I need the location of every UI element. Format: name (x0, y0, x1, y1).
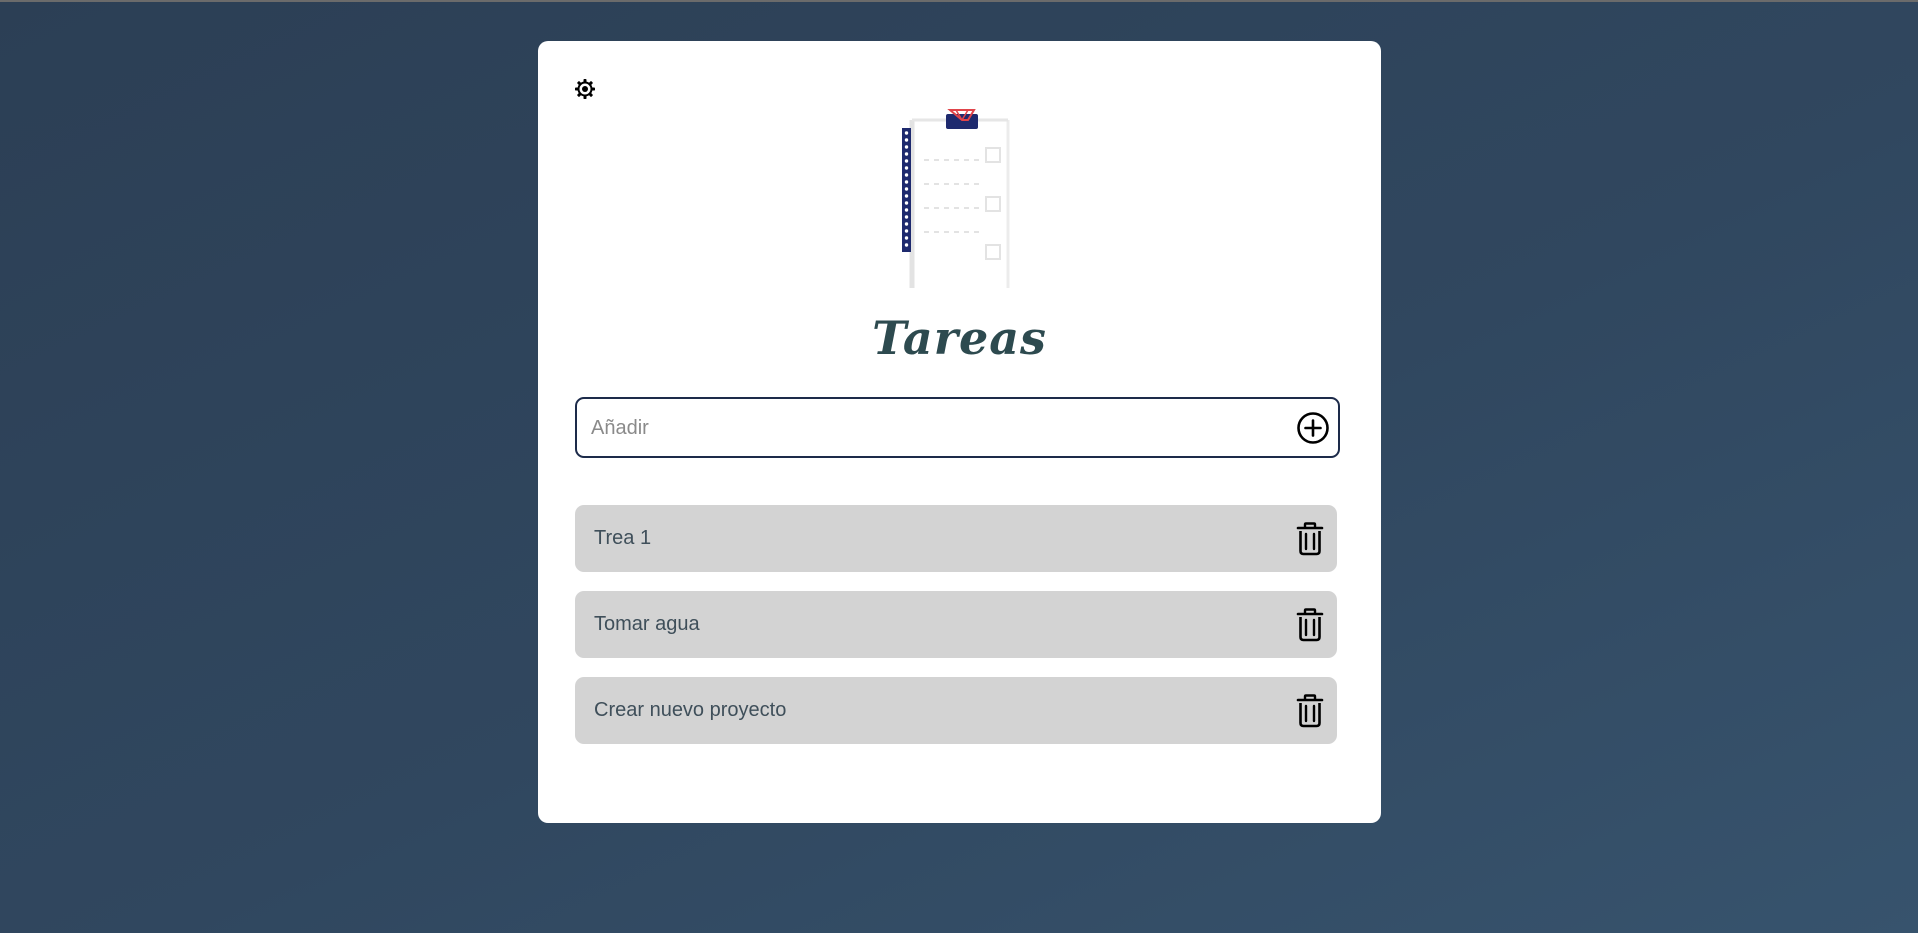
theme-toggle-button[interactable] (573, 77, 597, 101)
clipboard-checklist-illustration (890, 104, 1030, 289)
task-item[interactable]: Trea 1 (575, 505, 1337, 572)
trash-icon (1296, 694, 1324, 728)
add-task-form (575, 397, 1340, 458)
task-item[interactable]: Crear nuevo proyecto (575, 677, 1337, 744)
sun-gear-icon (575, 79, 595, 99)
plus-circle-icon (1297, 412, 1329, 444)
task-text: Tomar agua (594, 613, 700, 635)
window-top-border (0, 0, 1918, 2)
task-list: Trea 1 Tomar agua Crear nuevo proyecto (575, 505, 1337, 763)
task-text: Trea 1 (594, 527, 652, 549)
delete-task-button[interactable] (1295, 608, 1325, 642)
todo-card: Tareas Trea 1 Tomar (538, 41, 1381, 823)
add-task-button[interactable] (1296, 411, 1330, 445)
trash-icon (1296, 522, 1324, 556)
delete-task-button[interactable] (1295, 694, 1325, 728)
task-item[interactable]: Tomar agua (575, 591, 1337, 658)
add-task-input[interactable] (589, 399, 1273, 458)
delete-task-button[interactable] (1295, 522, 1325, 556)
task-text: Crear nuevo proyecto (594, 699, 787, 721)
trash-icon (1296, 608, 1324, 642)
page-title: Tareas (872, 311, 1047, 365)
